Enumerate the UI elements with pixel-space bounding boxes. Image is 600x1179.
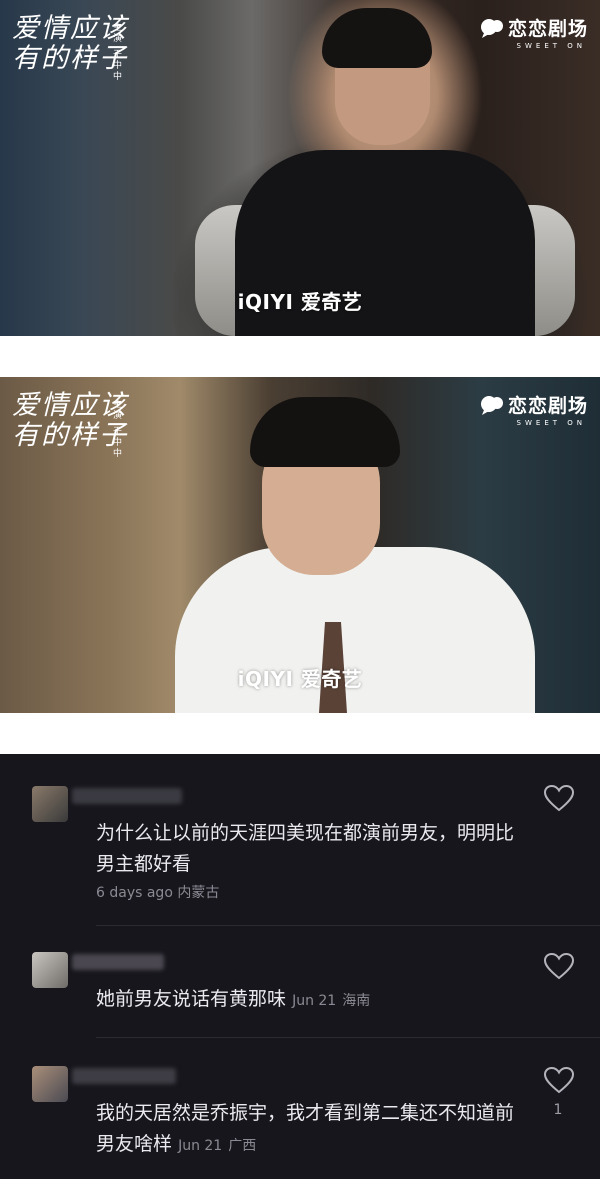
bubble-logo-icon xyxy=(480,395,503,415)
comment-text: 她前男友说话有黄那味 xyxy=(96,988,287,1010)
comment-location: 广西 xyxy=(228,1138,257,1154)
brand-subtitle: SWEET ON xyxy=(516,419,586,427)
iqiyi-watermark: iQIYI 爱奇艺 xyxy=(237,667,363,691)
comment-location: 海南 xyxy=(342,993,371,1009)
avatar[interactable] xyxy=(32,786,68,822)
like-count: 1 xyxy=(553,1102,563,1118)
heart-outline-icon[interactable] xyxy=(543,952,575,980)
brand-name: 恋恋剧场 xyxy=(507,18,588,40)
actor-hair xyxy=(322,8,432,68)
iqiyi-watermark: iQIYI 爱奇艺 xyxy=(237,290,363,314)
comment-text: 我的天居然是乔振宇，我才看到第二集还不知道前男友啥样 xyxy=(96,1102,515,1155)
heart-outline-icon[interactable] xyxy=(543,1066,575,1094)
comment-list: 为什么让以前的天涯四美现在都演前男友，明明比男主都好看 6 days ago 内… xyxy=(0,754,600,1179)
comment-item: 我的天居然是乔振宇，我才看到第二集还不知道前男友啥样 Jun 21 广西 1 xyxy=(0,1038,600,1179)
show-cast-text: 主演 于中中 xyxy=(111,399,121,459)
comment-body: 我的天居然是乔振宇，我才看到第二集还不知道前男友啥样 Jun 21 广西 xyxy=(96,1098,516,1162)
comment-time: Jun 21 xyxy=(292,993,337,1009)
show-title-logo: 爱情应该有的样子 主演 于中中 xyxy=(12,391,152,471)
channel-brand: 恋恋剧场 SWEET ON xyxy=(480,391,588,427)
avatar[interactable] xyxy=(32,952,68,988)
username-blurred[interactable] xyxy=(72,788,182,804)
username-blurred[interactable] xyxy=(72,954,164,970)
avatar[interactable] xyxy=(32,1066,68,1102)
username-blurred[interactable] xyxy=(72,1068,176,1084)
actor-hair xyxy=(250,397,400,467)
brand-subtitle: SWEET ON xyxy=(516,42,586,50)
comment-body: 她前男友说话有黄那味 Jun 21 海南 xyxy=(96,984,536,1017)
bubble-logo-icon xyxy=(480,18,503,38)
comment-item: 她前男友说话有黄那味 Jun 21 海南 xyxy=(0,926,600,1038)
heart-outline-icon[interactable] xyxy=(543,784,575,812)
show-title-logo: 爱情应该有的样子 主演 于中中 xyxy=(12,14,152,94)
show-cast-text: 主演 于中中 xyxy=(111,22,121,82)
brand-name: 恋恋剧场 xyxy=(507,395,588,417)
drama-still-1: 爱情应该有的样子 主演 于中中 恋恋剧场 SWEET ON iQIYI 爱奇艺 xyxy=(0,0,600,336)
comment-item: 为什么让以前的天涯四美现在都演前男友，明明比男主都好看 6 days ago 内… xyxy=(0,754,600,926)
comment-meta: 6 days ago 内蒙古 xyxy=(96,882,219,902)
comment-location: 内蒙古 xyxy=(177,885,220,901)
drama-still-2: 爱情应该有的样子 主演 于中中 恋恋剧场 SWEET ON iQIYI 爱奇艺 xyxy=(0,377,600,713)
channel-brand: 恋恋剧场 SWEET ON xyxy=(480,14,588,50)
comment-text: 为什么让以前的天涯四美现在都演前男友，明明比男主都好看 xyxy=(96,822,515,875)
comment-time: 6 days ago xyxy=(96,885,173,901)
comment-time: Jun 21 xyxy=(178,1138,223,1154)
